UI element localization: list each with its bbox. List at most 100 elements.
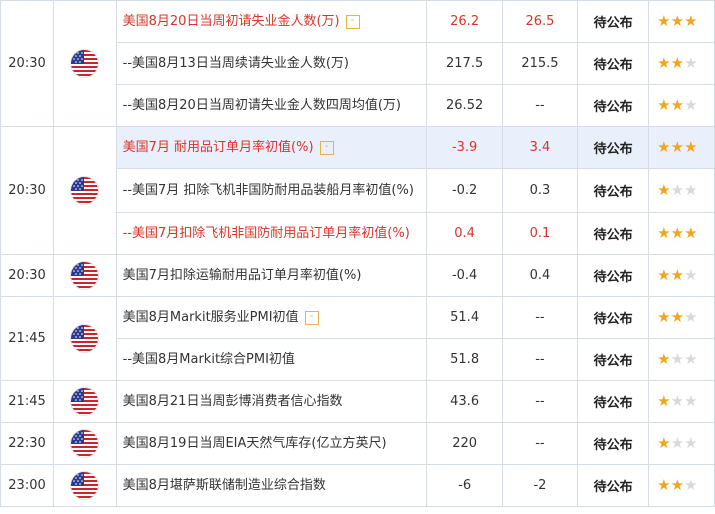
previous-value: -0.2	[426, 168, 503, 213]
table-row[interactable]: 21:45 美国8月Markit服务业PMI初值 -51.4 -- 待公布 ★★★	[0, 296, 715, 381]
star-icon: ★	[670, 265, 685, 284]
event-name[interactable]: --美国7月 扣除飞机非国防耐用品装船月率初值(%)	[123, 183, 414, 198]
event-name-cell[interactable]: 美国8月21日当周彭博消费者信心指数	[115, 380, 428, 423]
star-icon: ★	[657, 53, 671, 72]
previous-value: -3.9	[426, 126, 503, 169]
star-icon: ★	[670, 475, 685, 494]
status-badge: 待公布	[577, 422, 650, 465]
event-name[interactable]: --美国8月20日当周初请失业金人数四周均值(万)	[123, 98, 401, 113]
star-icon: ★	[684, 95, 698, 114]
star-icon: ★	[670, 433, 685, 452]
forecast-value: 0.3	[501, 168, 579, 213]
importance-rating: ★★★	[648, 464, 715, 507]
event-name-cell[interactable]: --美国8月13日当周续请失业金人数(万)	[115, 42, 428, 85]
star-icon: ★	[657, 265, 671, 284]
us-flag-icon	[71, 325, 99, 352]
calendar-body: 20:30 美国8月20日当周初请失业金人数(万) -26.2 26.5 待公布 ★★★ -…	[0, 0, 715, 507]
forecast-value: --	[501, 380, 579, 423]
importance-rating: ★★★	[648, 338, 715, 381]
event-name[interactable]: 美国7月 耐用品订单月率初值(%)	[123, 140, 314, 155]
info-icon[interactable]: -	[304, 310, 319, 325]
forecast-value: 0.4	[501, 254, 579, 297]
event-name[interactable]: 美国8月20日当周初请失业金人数(万)	[123, 14, 340, 29]
importance-rating: ★★★	[648, 254, 715, 297]
forecast-value: -2	[501, 464, 579, 507]
star-icon: ★	[684, 53, 698, 72]
economic-calendar-table: 20:30 美国8月20日当周初请失业金人数(万) -26.2 26.5 待公布 ★★★ -…	[0, 0, 715, 507]
event-name-cell[interactable]: 美国7月扣除运输耐用品订单月率初值(%)	[115, 254, 428, 297]
previous-value: 51.8	[426, 338, 503, 381]
importance-rating: ★★★	[648, 212, 715, 255]
importance-rating: ★★★	[648, 380, 715, 423]
status-badge: 待公布	[577, 42, 650, 85]
forecast-value: --	[501, 422, 579, 465]
previous-value: 217.5	[426, 42, 503, 85]
star-icon: ★	[657, 307, 671, 326]
event-name-cell[interactable]: 美国8月20日当周初请失业金人数(万) -	[115, 0, 428, 43]
star-icon: ★	[670, 223, 685, 242]
status-badge: 待公布	[577, 126, 650, 169]
country-flag-cell	[53, 380, 117, 423]
event-name-cell[interactable]: --美国7月扣除飞机非国防耐用品订单月率初值(%)	[115, 212, 428, 255]
star-icon: ★	[684, 265, 698, 284]
star-icon: ★	[670, 53, 685, 72]
event-name-cell[interactable]: 美国8月19日当周EIA天然气库存(亿立方英尺)	[115, 422, 428, 465]
us-flag-icon	[71, 50, 99, 77]
forecast-value: 3.4	[501, 126, 579, 169]
status-badge: 待公布	[577, 0, 650, 43]
event-time: 20:30	[0, 126, 55, 255]
star-icon: ★	[684, 223, 698, 242]
event-name-cell[interactable]: --美国8月Markit综合PMI初值	[115, 338, 428, 381]
star-icon: ★	[670, 349, 685, 368]
previous-value: -0.4	[426, 254, 503, 297]
event-name[interactable]: 美国8月堪萨斯联储制造业综合指数	[123, 478, 326, 493]
forecast-value: --	[501, 296, 579, 339]
event-name[interactable]: --美国8月Markit综合PMI初值	[123, 352, 295, 367]
event-name[interactable]: 美国8月Markit服务业PMI初值	[123, 310, 299, 325]
us-flag-icon	[71, 472, 99, 499]
event-name-cell[interactable]: 美国8月Markit服务业PMI初值 -	[115, 296, 428, 339]
star-icon: ★	[670, 307, 685, 326]
event-time: 20:30	[0, 254, 55, 297]
star-icon: ★	[657, 391, 671, 410]
event-name[interactable]: 美国8月21日当周彭博消费者信心指数	[123, 394, 343, 409]
info-icon[interactable]: -	[319, 140, 334, 155]
event-name[interactable]: 美国8月19日当周EIA天然气库存(亿立方英尺)	[123, 436, 387, 451]
status-badge: 待公布	[577, 464, 650, 507]
event-time: 21:45	[0, 296, 55, 381]
star-icon: ★	[657, 223, 671, 242]
us-flag-icon	[71, 177, 99, 204]
us-flag-icon	[71, 430, 99, 457]
status-badge: 待公布	[577, 254, 650, 297]
star-icon: ★	[657, 475, 671, 494]
event-name-cell[interactable]: --美国7月 扣除飞机非国防耐用品装船月率初值(%)	[115, 168, 428, 213]
star-icon: ★	[670, 11, 685, 30]
table-row[interactable]: 20:30 美国8月20日当周初请失业金人数(万) -26.2 26.5 待公布 ★★★	[0, 0, 715, 127]
table-row[interactable]: 21:45 美国8月21日当周彭博消费者信心指数 43.6 -- 待公布 ★★★	[0, 380, 715, 423]
event-time: 23:00	[0, 464, 55, 507]
event-name[interactable]: --美国8月13日当周续请失业金人数(万)	[123, 56, 349, 71]
status-badge: 待公布	[577, 84, 650, 127]
forecast-value: --	[501, 338, 579, 381]
table-row[interactable]: 23:00 美国8月堪萨斯联储制造业综合指数 -6 -2 待公布 ★★★	[0, 464, 715, 507]
table-row[interactable]: 20:30 美国7月 耐用品订单月率初值(%) - -3.9 3.4 待公布 ★★★	[0, 126, 715, 255]
previous-value: 43.6	[426, 380, 503, 423]
event-name[interactable]: 美国7月扣除运输耐用品订单月率初值(%)	[123, 268, 362, 283]
event-name-cell[interactable]: 美国7月 耐用品订单月率初值(%) -	[115, 126, 428, 169]
event-name[interactable]: --美国7月扣除飞机非国防耐用品订单月率初值(%)	[123, 226, 410, 241]
country-flag-cell	[53, 254, 117, 297]
event-time: 20:30	[0, 0, 55, 127]
star-icon: ★	[657, 11, 671, 30]
importance-rating: ★★★	[648, 168, 715, 213]
event-name-cell[interactable]: 美国8月堪萨斯联储制造业综合指数	[115, 464, 428, 507]
status-badge: 待公布	[577, 212, 650, 255]
status-badge: 待公布	[577, 296, 650, 339]
status-badge: 待公布	[577, 338, 650, 381]
table-row[interactable]: 20:30 美国7月扣除运输耐用品订单月率初值(%) -0.4 0.4 待公布 ★★★	[0, 254, 715, 297]
info-icon[interactable]: -	[345, 14, 360, 29]
event-name-cell[interactable]: --美国8月20日当周初请失业金人数四周均值(万)	[115, 84, 428, 127]
country-flag-cell	[53, 296, 117, 381]
table-row[interactable]: 22:30 美国8月19日当周EIA天然气库存(亿立方英尺) 220 -- 待公布 ★★★	[0, 422, 715, 465]
importance-rating: ★★★	[648, 0, 715, 43]
star-icon: ★	[670, 391, 685, 410]
